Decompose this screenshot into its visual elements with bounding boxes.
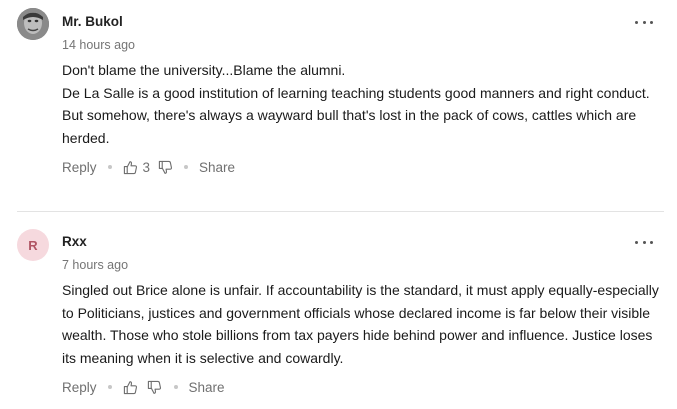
comment-paragraph: De La Salle is a good institution of lea… — [62, 84, 650, 101]
reply-button[interactable]: Reply — [62, 160, 97, 175]
separator-dot — [184, 165, 189, 169]
comment-body: Don't blame the university...Blame the a… — [62, 59, 662, 149]
thumbs-down-icon[interactable] — [147, 379, 163, 395]
reply-button[interactable]: Reply — [62, 380, 97, 395]
comment-paragraph: Singled out Brice alone is unfair. If ac… — [62, 282, 659, 366]
comment-actions: Reply 3 Share — [62, 157, 653, 177]
comment-actions: Reply Share — [62, 377, 662, 397]
share-button[interactable]: Share — [189, 380, 225, 395]
comment: Rxx 7 hours ago Singled out Brice alone … — [0, 233, 677, 397]
thumbs-up-icon[interactable] — [123, 159, 139, 175]
comment-paragraph: But somehow, there's always a wayward bu… — [62, 107, 637, 146]
comment-body: Singled out Brice alone is unfair. If ac… — [62, 279, 662, 369]
like-count: 3 — [142, 159, 151, 175]
share-button[interactable]: Share — [199, 160, 235, 175]
thumbs-up-icon[interactable] — [123, 379, 139, 395]
separator-dot — [107, 165, 112, 169]
comment-paragraph: Don't blame the university...Blame the a… — [62, 62, 346, 78]
comment-timestamp: 14 hours ago — [62, 38, 135, 52]
thumbs-down-icon[interactable] — [157, 159, 173, 175]
separator-dot — [107, 385, 112, 389]
comment: Mr. Bukol 14 hours ago Don't blame the u… — [0, 0, 677, 198]
comment-divider — [17, 211, 664, 212]
separator-dot — [173, 385, 178, 389]
comment-author[interactable]: Mr. Bukol — [62, 13, 653, 31]
comment-author[interactable]: Rxx — [62, 233, 662, 251]
comment-timestamp: 7 hours ago — [62, 258, 129, 272]
